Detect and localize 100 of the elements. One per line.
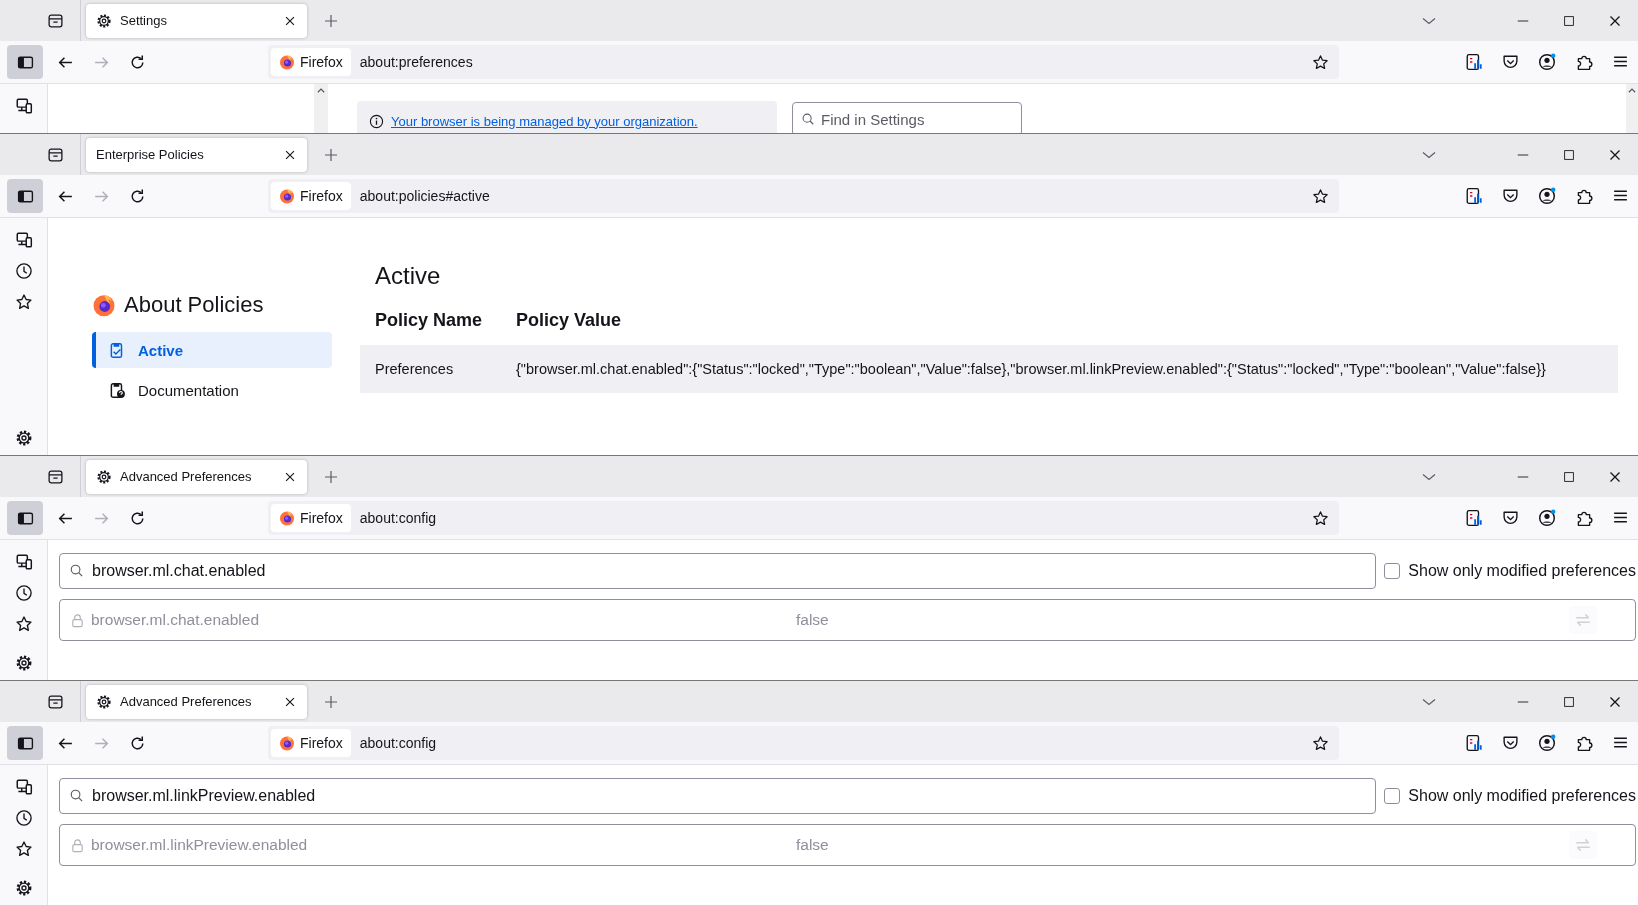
browser-logo-icon: [279, 735, 295, 751]
checkbox[interactable]: [1384, 563, 1401, 579]
tab-title: Enterprise Policies: [96, 147, 205, 162]
scrollbar[interactable]: [314, 84, 328, 133]
tab-list-icon[interactable]: [47, 468, 64, 485]
scrollbar[interactable]: [1626, 84, 1638, 133]
url-text: about:config: [359, 510, 438, 526]
account-icon[interactable]: [1538, 187, 1556, 205]
address-bar[interactable]: Firefox about:policies#active: [268, 179, 1339, 213]
address-bar[interactable]: Firefox about:config: [268, 501, 1339, 535]
checkbox[interactable]: [1384, 788, 1401, 804]
identity-label: Firefox: [300, 54, 343, 70]
reload-icon[interactable]: [128, 734, 146, 752]
account-icon[interactable]: [1538, 734, 1556, 752]
synced-devices-icon[interactable]: [14, 231, 33, 249]
preference-value: false: [796, 836, 830, 854]
tab-list-icon[interactable]: [47, 12, 64, 29]
maximize-icon[interactable]: [1562, 147, 1576, 162]
tab-title: Advanced Preferences: [120, 469, 253, 484]
report-icon[interactable]: [1465, 734, 1483, 752]
browser-logo-icon: [279, 54, 295, 70]
report-icon[interactable]: [1465, 187, 1483, 205]
identity-label: Firefox: [300, 188, 343, 204]
sidebar-icon: [16, 187, 34, 205]
star-icon[interactable]: [14, 293, 33, 311]
address-bar[interactable]: Firefox about:preferences: [268, 45, 1339, 79]
search-field[interactable]: Find in Settings: [792, 102, 1022, 133]
browser-logo-icon: [92, 293, 116, 317]
checkbox-label: Show only modified preferences: [1408, 787, 1636, 805]
pocket-icon[interactable]: [1502, 53, 1519, 70]
search-field[interactable]: browser.ml.linkPreview.enabled: [59, 778, 1377, 814]
identity-box[interactable]: Firefox: [271, 182, 351, 210]
url-text: about:config: [359, 735, 438, 751]
scroll-up-icon[interactable]: [1627, 86, 1637, 96]
managed-notice-link[interactable]: Your browser is being managed by your organization.: [391, 113, 698, 129]
identity-box[interactable]: Firefox: [271, 729, 351, 757]
reload-icon[interactable]: [128, 187, 146, 205]
settings-icon[interactable]: [14, 429, 33, 447]
page-title: About Policies: [124, 292, 264, 318]
puzzle-piece-icon[interactable]: [1575, 187, 1593, 205]
browser-tab[interactable]: Settings: [86, 3, 307, 38]
pocket-icon[interactable]: [1502, 187, 1519, 204]
preference-value: false: [796, 611, 830, 629]
synced-devices-icon[interactable]: [14, 778, 33, 796]
tab-list-icon[interactable]: [47, 146, 64, 163]
star-icon[interactable]: [14, 615, 33, 633]
settings-icon[interactable]: [14, 654, 33, 672]
table-cell-text: Preferences: [375, 361, 455, 377]
synced-devices-icon[interactable]: [14, 553, 33, 571]
reload-icon[interactable]: [128, 53, 146, 71]
sidebar-icon: [16, 509, 34, 527]
column-header: Policy Name: [375, 310, 484, 331]
puzzle-piece-icon[interactable]: [1575, 734, 1593, 752]
browser-logo-icon: [279, 510, 295, 526]
pocket-icon[interactable]: [1502, 734, 1519, 751]
swap-arrows-icon: [1574, 836, 1592, 854]
maximize-icon[interactable]: [1562, 694, 1576, 709]
bookmark-star-icon[interactable]: [1312, 187, 1329, 205]
puzzle-piece-icon[interactable]: [1575, 53, 1593, 71]
browser-tab[interactable]: Enterprise Policies: [86, 137, 307, 172]
search-field[interactable]: browser.ml.chat.enabled: [59, 553, 1377, 589]
url-text: about:policies#active: [359, 188, 491, 204]
sidebar-toggle-button[interactable]: [7, 45, 43, 79]
settings-icon[interactable]: [14, 879, 33, 897]
clock-icon[interactable]: [14, 809, 33, 827]
identity-label: Firefox: [300, 510, 343, 526]
nav-item[interactable]: Documentation: [92, 372, 332, 408]
report-icon[interactable]: [1465, 53, 1483, 71]
bookmark-star-icon[interactable]: [1312, 734, 1329, 752]
pocket-icon[interactable]: [1502, 509, 1519, 526]
bookmark-star-icon[interactable]: [1312, 509, 1329, 527]
puzzle-piece-icon[interactable]: [1575, 509, 1593, 527]
section-heading: Active: [375, 262, 442, 290]
table-cell-text: {"browser.ml.chat.enabled":{"Status":"locked","Type":"boolean","Value":false},"browser.ml.linkPreview.enabled":{"Status":"locked","Type":"boolean","Value":false}}: [516, 361, 1547, 377]
browser-tab[interactable]: Advanced Preferences: [86, 459, 307, 494]
info-icon: [369, 113, 384, 129]
account-icon[interactable]: [1538, 53, 1556, 71]
identity-box[interactable]: Firefox: [271, 48, 351, 76]
account-icon[interactable]: [1538, 509, 1556, 527]
maximize-icon[interactable]: [1562, 13, 1576, 28]
sidebar-toggle-button[interactable]: [7, 726, 43, 760]
browser-tab[interactable]: Advanced Preferences: [86, 684, 307, 719]
tab-list-icon[interactable]: [47, 693, 64, 710]
star-icon[interactable]: [14, 840, 33, 858]
scroll-up-icon[interactable]: [316, 86, 326, 96]
nav-item[interactable]: Active: [92, 332, 332, 368]
clock-icon[interactable]: [14, 584, 33, 602]
maximize-icon[interactable]: [1562, 469, 1576, 484]
synced-devices-icon[interactable]: [14, 97, 33, 115]
address-bar[interactable]: Firefox about:config: [268, 726, 1339, 760]
bookmark-star-icon[interactable]: [1312, 53, 1329, 71]
clock-icon[interactable]: [14, 262, 33, 280]
sidebar-toggle-button[interactable]: [7, 501, 43, 535]
report-icon[interactable]: [1465, 509, 1483, 527]
toggle-button[interactable]: [1569, 606, 1597, 634]
identity-box[interactable]: Firefox: [271, 504, 351, 532]
reload-icon[interactable]: [128, 509, 146, 527]
search-icon: [69, 788, 84, 803]
sidebar-toggle-button[interactable]: [7, 179, 43, 213]
toggle-button[interactable]: [1569, 831, 1597, 859]
